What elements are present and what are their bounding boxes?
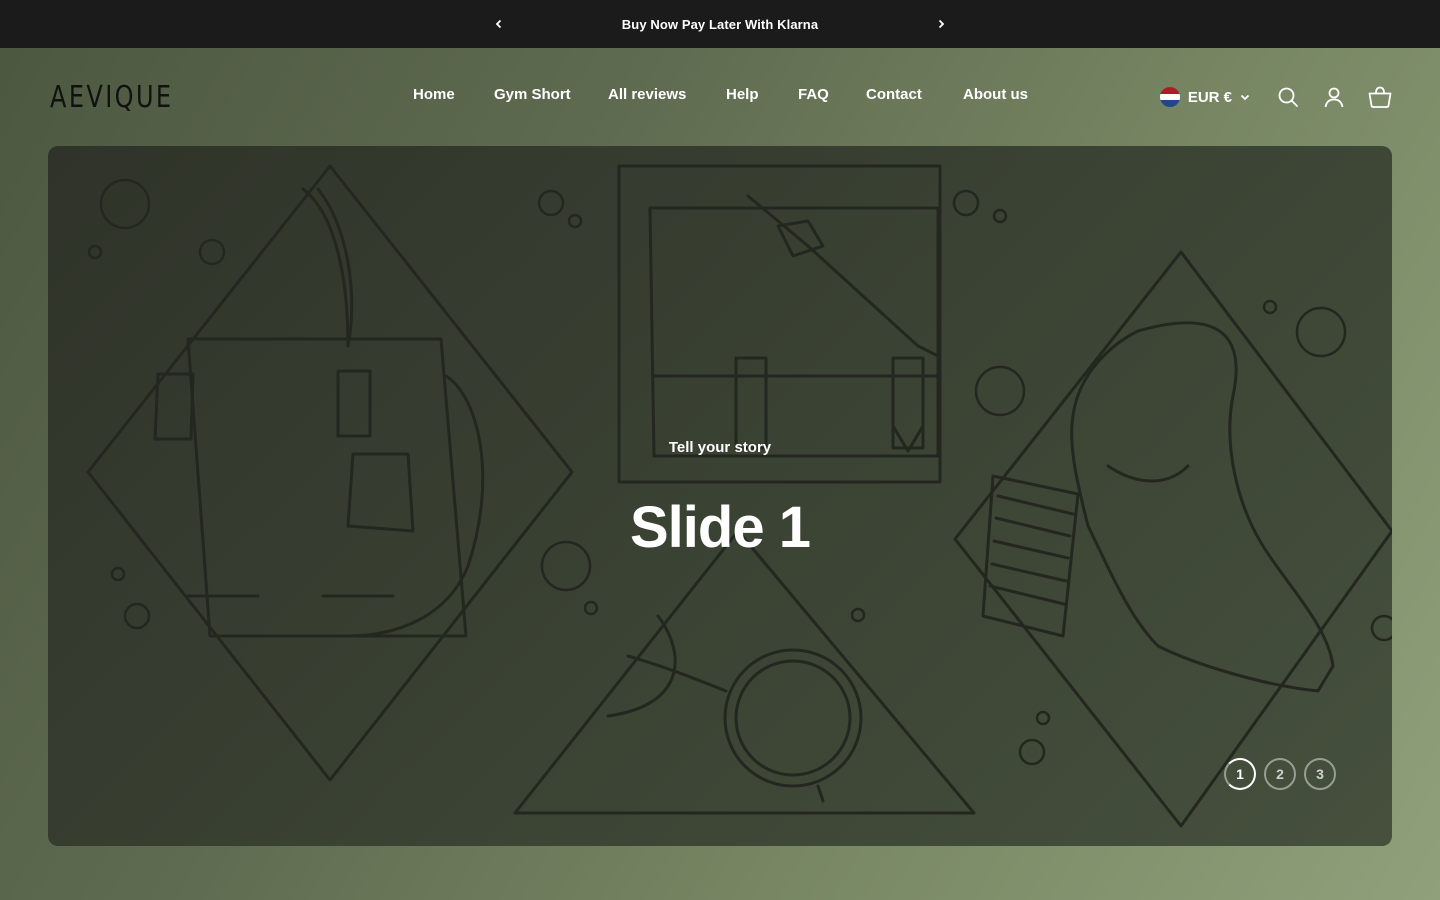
hero-title: Slide 1 (630, 495, 811, 560)
nav-home[interactable]: Home (413, 86, 455, 103)
slide-dot-3[interactable]: 3 (1304, 758, 1336, 790)
chevron-down-icon (1240, 94, 1250, 101)
chevron-right-icon (938, 19, 945, 29)
glasses-illustration (513, 529, 976, 815)
handbag-illustration (86, 164, 574, 782)
nav-contact[interactable]: Contact (866, 86, 922, 103)
announcement-prev-button[interactable] (489, 14, 509, 34)
slide-dot-1[interactable]: 1 (1224, 758, 1256, 790)
site-header: AEVIQUE Home Gym Short All reviews Help … (0, 48, 1440, 146)
announcement-text[interactable]: Buy Now Pay Later With Klarna (622, 17, 818, 32)
announcement-next-button[interactable] (931, 14, 951, 34)
cart-icon (1368, 86, 1392, 108)
search-icon (1278, 87, 1298, 107)
account-button[interactable] (1322, 85, 1346, 109)
announcement-bar: Buy Now Pay Later With Klarna (0, 0, 1440, 48)
nav-help[interactable]: Help (726, 86, 759, 103)
currency-selector[interactable]: EUR € (1159, 87, 1250, 107)
netherlands-flag-icon (1159, 87, 1180, 107)
nav-all-reviews[interactable]: All reviews (608, 86, 686, 103)
messenger-bag-illustration (617, 164, 942, 484)
currency-label: EUR € (1187, 88, 1232, 106)
nav-gym-short[interactable]: Gym Short (494, 86, 571, 103)
account-icon (1324, 87, 1344, 108)
hero-subtitle: Tell your story (668, 439, 772, 456)
nav-faq[interactable]: FAQ (798, 86, 829, 103)
nav-about-us[interactable]: About us (963, 86, 1028, 103)
search-button[interactable] (1276, 85, 1300, 109)
cart-button[interactable] (1368, 85, 1392, 109)
chevron-left-icon (495, 19, 502, 29)
slide-pagination: 1 2 3 (1224, 758, 1336, 790)
slide-dot-2[interactable]: 2 (1264, 758, 1296, 790)
header-tools: EUR € (1159, 84, 1392, 110)
hero-slideshow: Tell your story Slide 1 1 2 3 (48, 146, 1392, 846)
